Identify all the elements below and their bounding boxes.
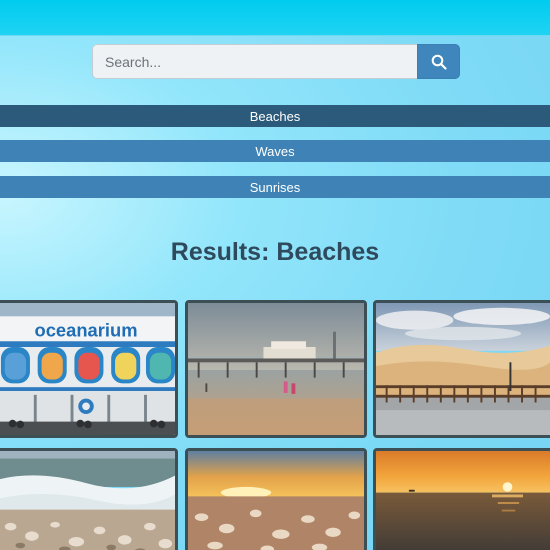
search-bar (92, 44, 460, 79)
sunset-pebbles-photo (188, 451, 364, 550)
pier-photo (188, 303, 364, 435)
category-sunrises[interactable]: Sunrises (0, 176, 550, 198)
search-icon (431, 54, 447, 70)
image-tile-dunes[interactable] (373, 300, 550, 438)
image-tile-sunset-pebbles[interactable] (185, 448, 367, 550)
image-tile-pier[interactable] (185, 300, 367, 438)
image-tile-sunset-sea[interactable] (373, 448, 550, 550)
oceanarium-photo: oceanarium (0, 303, 175, 435)
category-label: Beaches (249, 108, 301, 124)
image-tile-shells[interactable] (0, 448, 178, 550)
shells-photo (0, 451, 175, 550)
dunes-photo (376, 303, 550, 435)
category-label: Sunrises (249, 179, 301, 195)
category-beaches[interactable]: Beaches (0, 105, 550, 127)
sunset-sea-photo (376, 451, 550, 550)
oceanarium-sign: oceanarium (34, 320, 137, 341)
top-bar (0, 0, 550, 36)
search-button[interactable] (417, 44, 460, 79)
category-waves[interactable]: Waves (0, 140, 550, 162)
search-input[interactable] (92, 44, 417, 79)
image-tile-oceanarium[interactable]: oceanarium (0, 300, 178, 438)
category-label: Waves (255, 143, 295, 159)
results-title: Results: Beaches (170, 238, 380, 266)
